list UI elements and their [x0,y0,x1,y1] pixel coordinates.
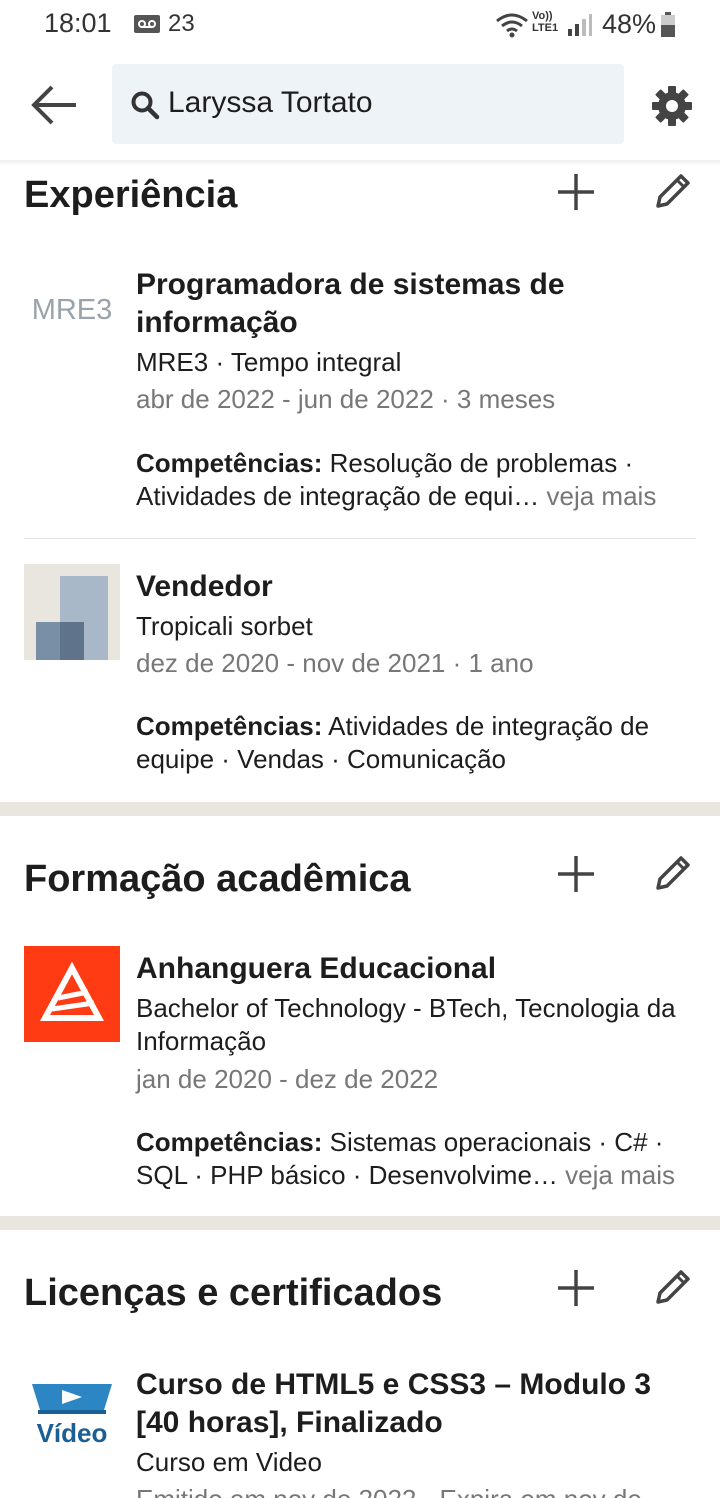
voicemail-icon [133,14,161,39]
curso-em-video-logo-text: Vídeo [37,1418,108,1448]
experience-title[interactable]: Programadora de sistemas de informação [136,266,696,342]
battery-icon [660,12,676,43]
education-school[interactable]: Anhanguera Educacional [136,950,696,988]
add-education-plus-icon[interactable] [554,852,598,896]
battery-percent: 48% [602,9,657,39]
section-title-licenses: Licenças e certificados [24,1272,443,1314]
notification-count: 23 [168,10,195,37]
see-more-link[interactable]: veja mais [558,1160,675,1190]
signal-icon [567,13,593,42]
mre3-logo[interactable]: MRE3 [24,262,120,358]
network-label-bottom: LTE1 [532,22,559,34]
skills-label: Competências: [136,448,323,478]
top-bar: Laryssa Tortato [0,52,720,161]
edit-education-pencil-icon[interactable] [650,852,694,896]
skills-label: Competências: [136,1127,323,1157]
experience-dates: dez de 2020 - nov de 2021 · 1 ano [136,648,534,678]
company-placeholder-logo[interactable] [24,564,120,660]
search-input[interactable]: Laryssa Tortato [168,86,373,120]
status-bar: 18:01 23 Vo)) LTE1 48% [0,0,720,52]
experience-section: Experiência MRE3 Programadora de sistema… [0,166,720,802]
experience-company: Tropicali sorbet [136,611,313,641]
section-divider [0,802,720,816]
experience-title[interactable]: Vendedor [136,568,696,606]
education-skills: Competências: Sistemas operacionais · C#… [136,1126,700,1192]
wifi-icon [495,12,529,43]
search-icon [130,90,160,125]
back-arrow-icon[interactable] [30,82,80,128]
education-section: Formação acadêmica Anhanguera Educaciona… [0,816,720,1216]
anhanguera-logo[interactable] [24,946,120,1042]
license-title[interactable]: Curso de HTML5 e CSS3 – Modulo 3 [40 hor… [136,1366,696,1442]
see-more-link[interactable]: veja mais [539,481,657,511]
network-type: Vo)) LTE1 [532,10,558,34]
license-issuer: Curso em Video [136,1447,322,1477]
settings-gear-icon[interactable] [650,84,694,133]
licenses-section: Licenças e certificados Vídeo Curso de H… [0,1230,720,1498]
experience-skills: Competências: Resolução de problemas · A… [136,447,700,513]
license-issued: Emitido em nov de 2022 · Expira em nov d… [136,1484,642,1498]
experience-company: MRE3 · Tempo integral [136,347,402,377]
mre3-logo-text: MRE3 [32,294,113,326]
experience-dates: abr de 2022 - jun de 2022 · 3 meses [136,384,556,414]
edit-license-pencil-icon[interactable] [650,1266,694,1310]
experience-skills: Competências: Atividades de integração d… [136,710,700,776]
status-time: 18:01 [44,8,112,38]
edit-experience-pencil-icon[interactable] [650,170,694,214]
skills-label: Competências: [136,711,323,741]
section-title-experience: Experiência [24,174,238,216]
search-box[interactable]: Laryssa Tortato [112,64,624,144]
curso-em-video-logo[interactable]: Vídeo [24,1364,120,1460]
section-divider [0,1216,720,1230]
add-experience-plus-icon[interactable] [554,170,598,214]
education-dates: jan de 2020 - dez de 2022 [136,1064,439,1094]
entry-divider [24,538,696,539]
network-label-top: Vo)) [532,10,553,22]
add-license-plus-icon[interactable] [554,1266,598,1310]
education-degree: Bachelor of Technology - BTech, Tecnolog… [136,993,676,1056]
section-title-education: Formação acadêmica [24,858,411,900]
